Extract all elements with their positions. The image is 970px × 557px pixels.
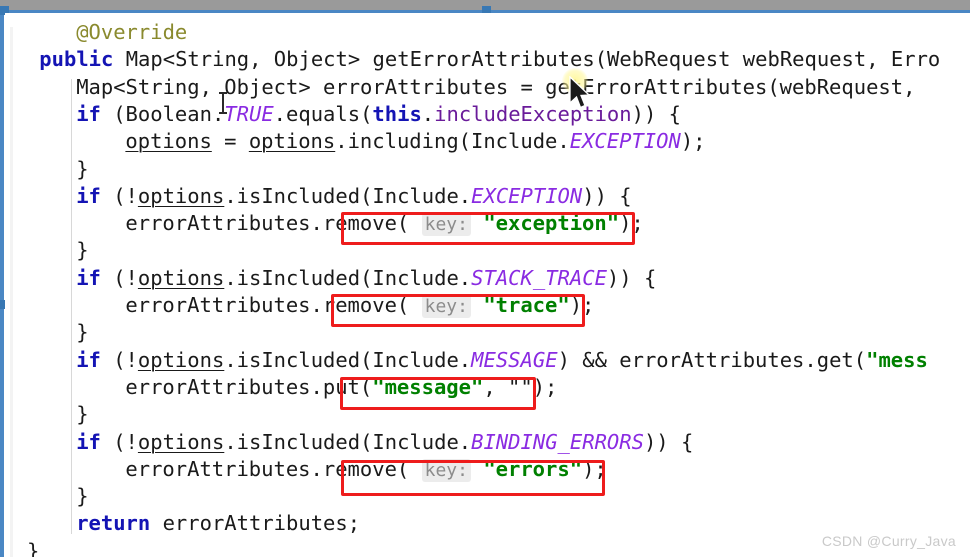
screenshot-root: @Override public Map<String, Object> getE… bbox=[0, 0, 970, 557]
code-line[interactable]: errorAttributes.put("message", ""); bbox=[125, 374, 557, 401]
code-token: EXCEPTION bbox=[471, 183, 583, 208]
code-line[interactable]: if (!options.isIncluded(Include.BINDING_… bbox=[76, 429, 693, 456]
code-token: (! bbox=[100, 429, 138, 454]
code-token: )) { bbox=[643, 429, 694, 454]
code-token: (! bbox=[100, 183, 138, 208]
code-line[interactable]: } bbox=[76, 483, 88, 510]
code-token: public bbox=[39, 47, 114, 72]
code-token: . bbox=[421, 101, 435, 126]
code-token: key: bbox=[421, 295, 471, 318]
code-line[interactable]: } bbox=[76, 237, 88, 264]
code-token: .including(Include. bbox=[335, 129, 570, 154]
code-token: )) { bbox=[606, 265, 657, 290]
code-token: .isIncluded(Include. bbox=[224, 265, 472, 290]
selection-frame-left bbox=[0, 10, 4, 557]
code-token: , bbox=[483, 374, 509, 399]
code-token: options bbox=[125, 129, 212, 154]
code-line[interactable]: if (Boolean.TRUE.equals(this.includeExce… bbox=[76, 101, 681, 128]
code-token: ); bbox=[532, 374, 558, 399]
code-line[interactable]: return errorAttributes; bbox=[76, 510, 360, 537]
code-token: if bbox=[76, 429, 101, 454]
code-line[interactable]: if (!options.isIncluded(Include.MESSAGE)… bbox=[76, 347, 928, 374]
code-token: "exception" bbox=[483, 211, 620, 236]
code-token: .isIncluded(Include. bbox=[224, 183, 472, 208]
code-token: errorAttributes.remove( bbox=[125, 211, 422, 236]
code-token: "message" bbox=[372, 374, 484, 399]
code-token: } bbox=[27, 538, 40, 557]
code-token: @Override bbox=[76, 20, 188, 44]
code-token: errorAttributes.remove( bbox=[125, 293, 422, 317]
code-token: return bbox=[76, 511, 151, 536]
code-token: )) { bbox=[582, 183, 632, 208]
code-line[interactable]: errorAttributes.remove( key: "errors"); bbox=[125, 456, 607, 483]
code-line[interactable]: } bbox=[27, 538, 39, 557]
code-token: .isIncluded(Include. bbox=[224, 347, 472, 372]
code-token: STACK_TRACE bbox=[471, 265, 607, 290]
code-token: "mess bbox=[866, 347, 928, 372]
code-line[interactable]: options = options.including(Include.EXCE… bbox=[125, 128, 705, 155]
code-token: options bbox=[137, 429, 225, 454]
code-token: } bbox=[76, 320, 89, 345]
watermark-text: CSDN @Curry_Java bbox=[821, 533, 956, 549]
code-token: } bbox=[76, 238, 89, 263]
code-token: EXCEPTION bbox=[569, 129, 681, 154]
code-token: if bbox=[76, 183, 101, 208]
code-token: "trace" bbox=[483, 293, 570, 317]
code-token: errorAttributes.remove( bbox=[125, 456, 422, 481]
code-editor-surface[interactable]: @Override public Map<String, Object> getE… bbox=[5, 13, 970, 557]
code-token: errorAttributes.put( bbox=[125, 374, 373, 399]
code-token: } bbox=[76, 156, 89, 181]
code-token: MESSAGE bbox=[471, 347, 558, 372]
code-line[interactable]: } bbox=[76, 401, 88, 428]
code-token: (Boolean. bbox=[100, 101, 225, 126]
code-line[interactable]: if (!options.isIncluded(Include.STACK_TR… bbox=[76, 265, 656, 292]
code-token: this bbox=[372, 101, 422, 126]
code-token: key: bbox=[421, 458, 471, 482]
code-token: if bbox=[76, 347, 101, 372]
code-line[interactable]: public Map<String, Object> getErrorAttri… bbox=[39, 46, 940, 73]
code-token: key: bbox=[421, 213, 471, 237]
code-token: (! bbox=[100, 265, 138, 290]
code-token: if bbox=[76, 265, 101, 290]
code-token: ); bbox=[582, 456, 607, 481]
code-token: "" bbox=[508, 374, 533, 399]
code-token: Map<String, Object> getErrorAttributes(W… bbox=[113, 47, 941, 72]
code-token: options bbox=[137, 183, 225, 208]
code-token: )) { bbox=[631, 101, 681, 126]
code-token: "errors" bbox=[483, 456, 583, 481]
code-line[interactable]: } bbox=[76, 319, 88, 346]
code-token: .equals( bbox=[273, 101, 373, 126]
code-token: ); bbox=[619, 211, 644, 236]
code-token: if bbox=[76, 101, 101, 126]
code-token: Map<String, Object> errorAttributes = ge… bbox=[76, 74, 928, 99]
code-token: } bbox=[76, 402, 89, 427]
code-token: (! bbox=[100, 347, 138, 372]
code-token: options bbox=[137, 347, 225, 372]
code-token: = bbox=[211, 129, 249, 154]
code-token: options bbox=[137, 265, 225, 290]
code-line[interactable]: if (!options.isIncluded(Include.EXCEPTIO… bbox=[76, 183, 631, 210]
code-line[interactable]: errorAttributes.remove( key: "trace"); bbox=[125, 292, 594, 319]
code-line[interactable]: errorAttributes.remove( key: "exception"… bbox=[125, 210, 644, 237]
code-line[interactable]: @Override bbox=[76, 19, 187, 46]
code-token: .isIncluded(Include. bbox=[224, 429, 472, 454]
code-token: options bbox=[248, 129, 336, 154]
code-token: ); bbox=[569, 293, 595, 317]
editor-left-edge bbox=[10, 27, 13, 557]
code-token: BINDING_ERRORS bbox=[471, 429, 644, 454]
code-token: ) && errorAttributes.get( bbox=[557, 347, 867, 372]
code-line[interactable]: Map<String, Object> errorAttributes = ge… bbox=[76, 74, 928, 101]
code-token: errorAttributes; bbox=[150, 511, 361, 536]
code-token: ); bbox=[680, 129, 706, 154]
code-token: includeException bbox=[434, 101, 632, 126]
code-line[interactable]: } bbox=[76, 156, 88, 183]
code-token: } bbox=[76, 484, 89, 509]
code-token: TRUE bbox=[224, 101, 274, 126]
indent-guide-line bbox=[71, 79, 72, 534]
